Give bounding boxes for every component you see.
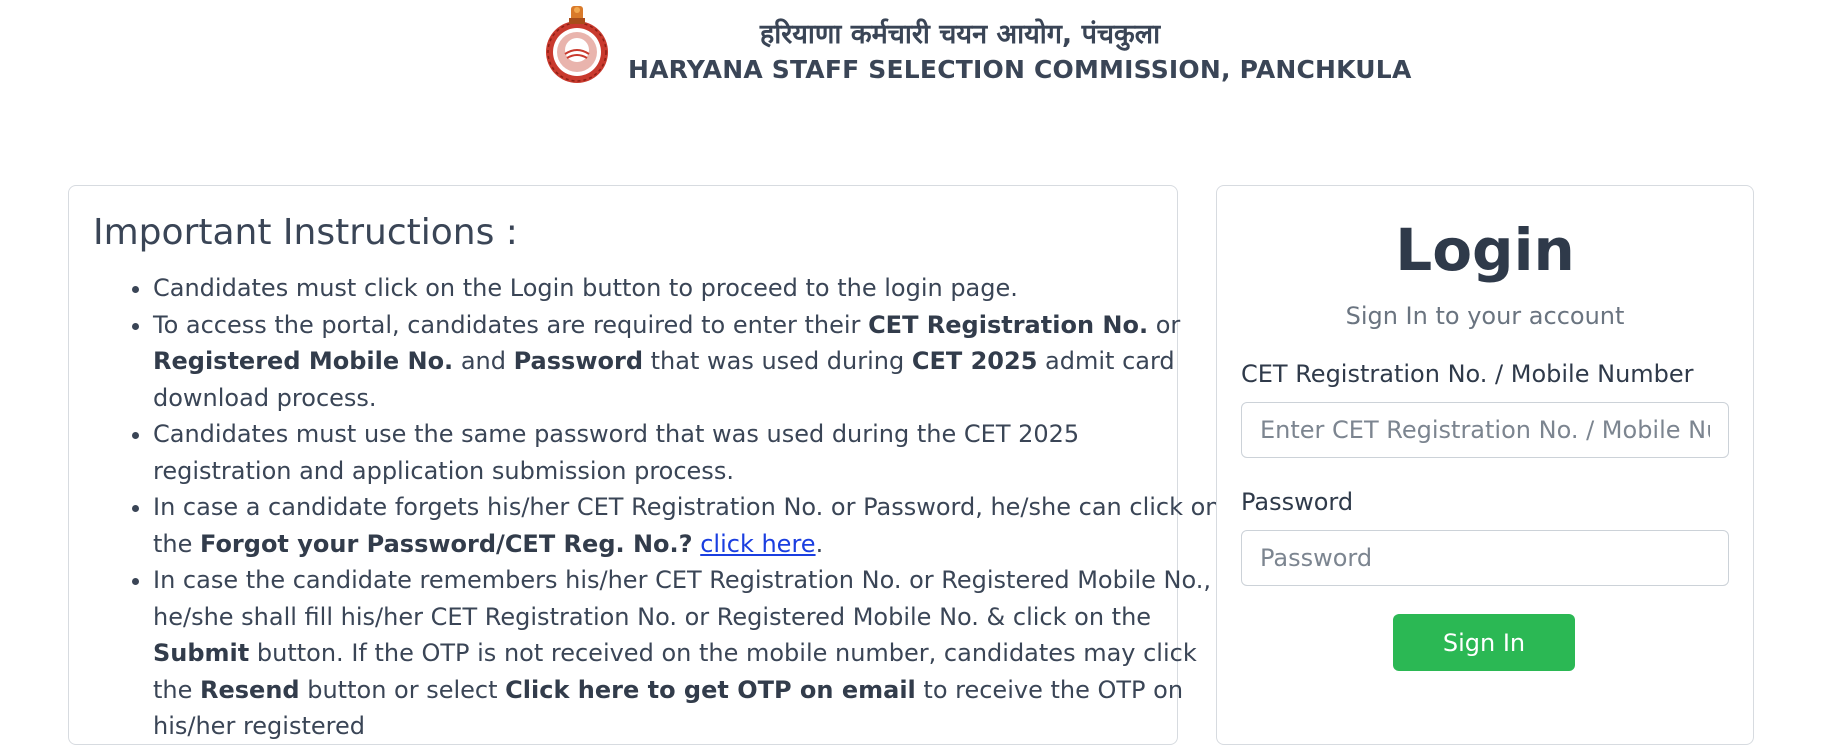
instruction-bold: Resend: [200, 675, 300, 704]
instruction-bold: Registered Mobile No.: [153, 347, 454, 375]
instruction-item: Candidates must click on the Login butto…: [153, 270, 1223, 307]
instruction-text: Candidates must click on the Login butto…: [153, 274, 1018, 302]
login-card: Login Sign In to your account CET Regist…: [1216, 185, 1754, 745]
instruction-text: In case the candidate remembers his/her …: [153, 566, 1212, 631]
instruction-text: .: [815, 529, 824, 558]
sign-in-button[interactable]: Sign In: [1393, 614, 1575, 671]
password-input[interactable]: [1241, 530, 1729, 586]
instruction-bold: Password: [513, 347, 643, 375]
instruction-bold: Click here to get OTP on email: [505, 675, 916, 704]
instruction-item: In case the candidate remembers his/her …: [153, 562, 1223, 745]
site-header: हरियाणा कर्मचारी चयन आयोग, पंचकुला HARYA…: [0, 0, 1833, 100]
instruction-text: and: [453, 347, 514, 375]
registration-label: CET Registration No. / Mobile Number: [1241, 360, 1694, 388]
instruction-bold: CET Registration No.: [868, 310, 1149, 339]
site-title-english: HARYANA STAFF SELECTION COMMISSION, PANC…: [628, 55, 1412, 84]
instructions-list: Candidates must click on the Login butto…: [93, 270, 1223, 745]
login-title: Login: [1395, 216, 1575, 284]
instructions-card: Important Instructions : Candidates must…: [68, 185, 1221, 745]
instruction-text: or: [1148, 310, 1181, 339]
instruction-text: that was used during: [643, 347, 912, 375]
password-label: Password: [1241, 488, 1354, 516]
instructions-title: Important Instructions :: [93, 212, 518, 253]
instruction-text: To access the portal, candidates are req…: [153, 310, 869, 339]
registration-input[interactable]: [1241, 402, 1729, 458]
login-subtitle: Sign In to your account: [1345, 302, 1625, 330]
instruction-bold: Forgot your Password/CET Reg. No.?: [200, 529, 693, 558]
instruction-text: Candidates must use the same password th…: [153, 420, 1080, 485]
haryana-emblem-icon: [546, 6, 608, 83]
instruction-text: button or select: [299, 675, 506, 704]
instruction-bold: CET 2025: [911, 347, 1038, 375]
site-title-hindi: हरियाणा कर्मचारी चयन आयोग, पंचकुला: [759, 19, 1161, 50]
instruction-item: To access the portal, candidates are req…: [153, 307, 1223, 417]
instruction-item: Candidates must use the same password th…: [153, 416, 1223, 489]
instruction-item: In case a candidate forgets his/her CET …: [153, 489, 1223, 562]
forgot-password-link[interactable]: click here: [700, 530, 815, 558]
instruction-bold: Submit: [153, 639, 250, 667]
